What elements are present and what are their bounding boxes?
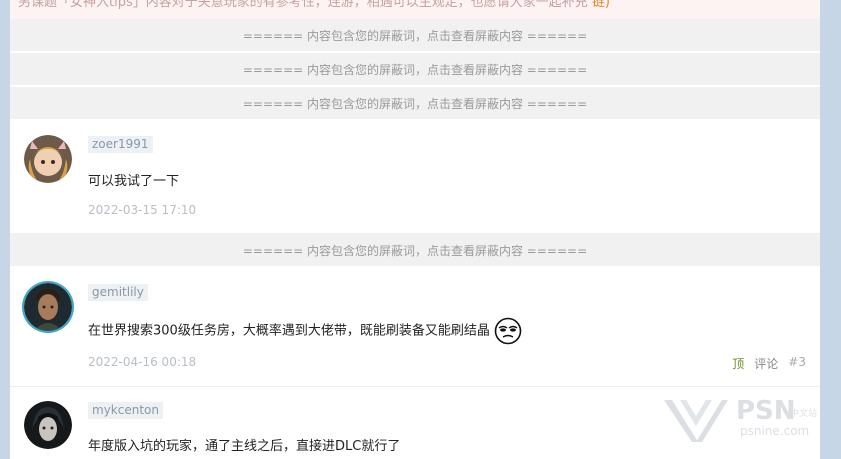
post-content-row: 在世界搜索300级任务房，大概率遇到大佬带，既能刷装备又能刷结晶 [88,317,522,345]
avatar-image [24,401,72,449]
thread-panel: 另课题「女神入tips」内容对于失意玩家的有参考性，连游，相遇可以主观定，也愿请… [10,0,820,459]
post-username[interactable]: mykcenton [88,402,163,419]
post-content: 可以我试了一下 [88,174,180,189]
blocked-reply-text: ====== 内容包含您的屏蔽词，点击查看屏蔽内容 ====== [242,28,588,43]
floor-number: #3 [788,355,806,369]
upvote-link[interactable]: 顶 [732,355,744,372]
post-content: 年度版入坑的玩家，通了主线之后，直接进DLC就行了 [88,439,401,454]
post-username[interactable]: zoer1991 [88,136,153,153]
avatar-image [24,135,72,183]
comment-link[interactable]: 评论 [754,355,778,372]
post-timestamp: 2022-03-15 17:10 [88,203,197,217]
watermark-brand: PSN [736,396,796,426]
blocked-reply-text: ====== 内容包含您的屏蔽词，点击查看屏蔽内容 ====== [242,96,588,111]
watermark-domain: psnine.com [740,424,810,438]
watermark-brand-cn: 中文站 [790,409,818,419]
blocked-reply-1[interactable]: ====== 内容包含您的屏蔽词，点击查看屏蔽内容 ====== [10,19,820,51]
blocked-reply-text: ====== 内容包含您的屏蔽词，点击查看屏蔽内容 ====== [242,62,588,77]
reply-post: zoer1991 可以我试了一下 2022-03-15 17:10 [10,119,820,234]
blocked-reply-3[interactable]: ====== 内容包含您的屏蔽词，点击查看屏蔽内容 ====== [10,87,820,119]
post-timestamp: 2022-04-16 00:18 [88,355,197,369]
previous-post-text: 另课题「女神入tips」内容对于失意玩家的有参考性，连游，相遇可以主观定，也愿请… [18,0,588,10]
previous-post-link[interactable]: 链) [592,0,610,10]
user-avatar[interactable] [24,135,72,183]
post-actions: 顶 评论 #3 [732,355,806,372]
smug-emoji-icon [494,317,522,345]
post-username[interactable]: gemitlily [88,284,148,301]
reply-post: gemitlily 在世界搜索300级任务房，大概率遇到大佬带，既能刷装备又能刷… [10,267,820,387]
avatar-image [24,283,72,331]
blocked-reply-text: ====== 内容包含您的屏蔽词，点击查看屏蔽内容 ====== [242,243,588,258]
user-avatar[interactable] [24,401,72,449]
psnine-watermark: PSN 中文站 psnine.com [662,396,832,446]
post-content: 在世界搜索300级任务房，大概率遇到大佬带，既能刷装备又能刷结晶 [88,323,490,339]
psnine-logo-icon [664,400,728,442]
user-avatar[interactable] [24,283,72,331]
blocked-reply-4[interactable]: ====== 内容包含您的屏蔽词，点击查看屏蔽内容 ====== [10,234,820,266]
blocked-reply-2[interactable]: ====== 内容包含您的屏蔽词，点击查看屏蔽内容 ====== [10,53,820,85]
previous-post-text-strip: 另课题「女神入tips」内容对于失意玩家的有参考性，连游，相遇可以主观定，也愿请… [10,0,820,19]
